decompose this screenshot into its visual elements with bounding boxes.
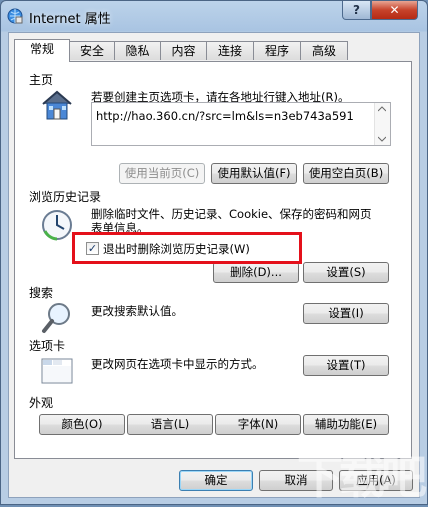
internet-options-window: Internet 属性 ? ✕ 常规 安全 隐私 内容 连接 程序 高级 主页 … bbox=[0, 0, 428, 505]
languages-button[interactable]: 语言(L) bbox=[127, 414, 213, 435]
appearance-section-label: 外观 bbox=[29, 396, 54, 410]
red-highlight-box bbox=[72, 232, 302, 264]
accessibility-button[interactable]: 辅助功能(E) bbox=[303, 414, 389, 435]
general-tab-panel: 主页 若要创建主页选项卡，请在各地址行键入地址(R)。 http://hao.3… bbox=[14, 61, 412, 459]
search-settings-button[interactable]: 设置(I) bbox=[303, 303, 389, 324]
scroll-down-icon bbox=[378, 136, 386, 142]
search-section-label: 搜索 bbox=[29, 286, 54, 300]
window-title: Internet 属性 bbox=[29, 12, 111, 27]
history-settings-button[interactable]: 设置(S) bbox=[303, 262, 389, 283]
colors-button[interactable]: 颜色(O) bbox=[39, 414, 125, 435]
tabs-window-icon bbox=[41, 358, 73, 384]
url-scrollbar[interactable] bbox=[374, 103, 390, 145]
internet-options-icon bbox=[7, 8, 23, 24]
delete-history-button[interactable]: 删除(D)... bbox=[213, 262, 299, 283]
magnifier-icon bbox=[42, 303, 70, 333]
fonts-button[interactable]: 字体(N) bbox=[215, 414, 301, 435]
tab-security[interactable]: 安全 bbox=[69, 41, 115, 60]
tabs-settings-button[interactable]: 设置(T) bbox=[303, 355, 389, 376]
home-section-label: 主页 bbox=[29, 73, 54, 87]
dialog-client-area: 常规 安全 隐私 内容 连接 程序 高级 主页 若要创建主页选项卡，请在各地址行… bbox=[8, 32, 420, 498]
history-clock-icon bbox=[42, 210, 72, 241]
tabs-description: 更改网页在选项卡中显示的方式。 bbox=[91, 357, 264, 371]
home-url-text: http://hao.360.cn/?src=lm&ls=n3eb743a591 bbox=[96, 109, 354, 123]
tab-general[interactable]: 常规 bbox=[14, 39, 70, 62]
tab-privacy[interactable]: 隐私 bbox=[114, 41, 161, 60]
help-button[interactable]: ? bbox=[342, 1, 371, 20]
use-current-button[interactable]: 使用当前页(C) bbox=[119, 163, 205, 184]
tabs-section-label: 选项卡 bbox=[29, 339, 66, 353]
home-url-textarea[interactable]: http://hao.360.cn/?src=lm&ls=n3eb743a591 bbox=[91, 102, 391, 146]
ok-button[interactable]: 确定 bbox=[179, 470, 253, 491]
use-blank-button[interactable]: 使用空白页(B) bbox=[303, 163, 389, 184]
tab-connections[interactable]: 连接 bbox=[206, 41, 254, 60]
watermark-text: 下载吧 bbox=[297, 450, 427, 504]
close-button[interactable]: ✕ bbox=[371, 1, 418, 20]
tab-content[interactable]: 内容 bbox=[160, 41, 207, 60]
history-section-label: 浏览历史记录 bbox=[29, 190, 102, 204]
house-icon bbox=[42, 90, 72, 120]
history-description: 删除临时文件、历史记录、Cookie、保存的密码和网页表单信息。 bbox=[91, 207, 372, 235]
search-description: 更改搜索默认值。 bbox=[91, 304, 183, 318]
use-default-button[interactable]: 使用默认值(F) bbox=[211, 163, 297, 184]
tab-programs[interactable]: 程序 bbox=[253, 41, 301, 60]
tab-advanced[interactable]: 高级 bbox=[300, 41, 348, 60]
scroll-up-icon bbox=[378, 106, 386, 112]
title-bar[interactable]: Internet 属性 ? ✕ bbox=[1, 1, 427, 33]
